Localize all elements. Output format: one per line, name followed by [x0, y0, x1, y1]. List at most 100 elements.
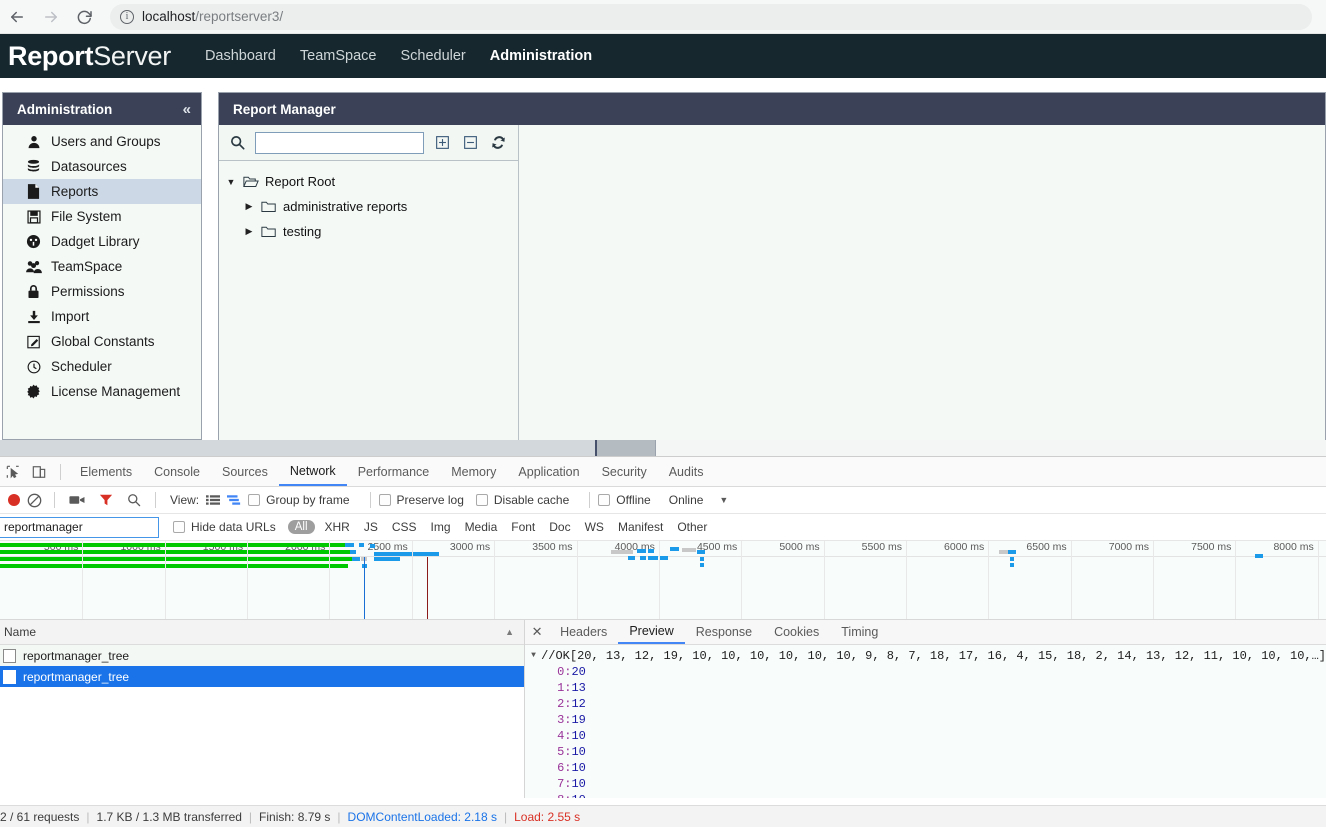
detail-tab-headers[interactable]: Headers [549, 620, 618, 644]
nav-item-teamspace[interactable]: TeamSpace [300, 48, 377, 64]
filter-icon[interactable] [99, 493, 113, 507]
sidebar-item-teamspace[interactable]: TeamSpace [3, 254, 201, 279]
toggle-device-toolbar-icon[interactable] [26, 459, 52, 485]
sidebar-item-scheduler[interactable]: Scheduler [3, 354, 201, 379]
waterfall-view-icon[interactable] [227, 494, 241, 506]
chevron-right-icon[interactable]: ▶ [243, 201, 255, 212]
detail-tab-timing[interactable]: Timing [830, 620, 889, 644]
tab-elements[interactable]: Elements [69, 457, 143, 486]
sidebar-item-datasources[interactable]: Datasources [3, 154, 201, 179]
sort-ascending-icon[interactable]: ▲ [505, 627, 514, 637]
capture-screenshots-icon[interactable] [69, 494, 85, 506]
type-filter-js[interactable]: JS [357, 520, 385, 534]
checkbox-box[interactable] [475, 494, 488, 506]
type-filter-xhr[interactable]: XHR [318, 520, 357, 534]
type-filter-doc[interactable]: Doc [542, 520, 577, 534]
overview-gridline [576, 541, 578, 619]
address-bar[interactable]: i localhost/reportserver3/ [110, 3, 1312, 30]
sidebar-item-import[interactable]: Import [3, 304, 201, 329]
tree-node-administrative-reports[interactable]: ▶ administrative reports [225, 194, 518, 219]
inspect-element-icon[interactable] [0, 459, 26, 485]
reload-button[interactable] [68, 0, 102, 34]
table-row[interactable]: reportmanager_tree [0, 666, 525, 687]
type-filter-other[interactable]: Other [670, 520, 714, 534]
detail-tab-preview[interactable]: Preview [618, 620, 685, 644]
sidebar-item-users-and-groups[interactable]: Users and Groups [3, 129, 201, 154]
site-info-icon[interactable]: i [120, 9, 134, 24]
type-filter-ws[interactable]: WS [578, 520, 611, 534]
detail-tab-cookies[interactable]: Cookies [763, 620, 830, 644]
list-view-icon[interactable] [206, 494, 221, 506]
sidebar-item-reports[interactable]: Reports [3, 179, 201, 204]
checkbox-box[interactable] [248, 494, 261, 506]
column-header-name[interactable]: Name [2, 625, 36, 639]
close-icon[interactable]: ✕ [525, 624, 549, 640]
tab-performance[interactable]: Performance [347, 457, 441, 486]
tree-node-report-root[interactable]: ▼ Report Root [225, 169, 518, 194]
chevron-right-icon[interactable]: ▶ [243, 226, 255, 237]
type-filter-css[interactable]: CSS [385, 520, 424, 534]
network-content-split: Name ▲ reportmanager_tree reportmanager_… [0, 620, 1326, 798]
overview-gridline [658, 541, 660, 619]
tab-console[interactable]: Console [143, 457, 211, 486]
tab-network[interactable]: Network [278, 457, 347, 486]
preview-root-line[interactable]: ▼//OK [20, 13, 12, 19, 10, 10, 10, 10, 10… [531, 648, 1326, 664]
chevron-down-icon[interactable]: ▼ [719, 495, 728, 505]
type-filter-img[interactable]: Img [424, 520, 458, 534]
tab-security[interactable]: Security [591, 457, 658, 486]
collapse-all-icon[interactable] [460, 133, 480, 153]
type-filter-manifest[interactable]: Manifest [611, 520, 670, 534]
scrollbar-thumb[interactable] [0, 440, 597, 456]
tab-sources[interactable]: Sources [211, 457, 279, 486]
disable-cache-checkbox[interactable]: Disable cache [475, 493, 569, 507]
tree-node-testing[interactable]: ▶ testing [225, 219, 518, 244]
network-overview-timeline[interactable]: 500 ms 1000 ms 1500 ms 2000 ms 2500 ms 3000 m… [0, 541, 1326, 620]
double-chevron-left-icon[interactable]: « [183, 102, 191, 117]
table-row[interactable]: reportmanager_tree [0, 645, 525, 666]
record-button-icon[interactable] [8, 494, 20, 506]
tab-audits[interactable]: Audits [658, 457, 715, 486]
back-button[interactable] [0, 0, 34, 34]
administration-sidebar: Administration « Users and Groups Dataso… [2, 92, 202, 440]
sidebar-item-dadget-library[interactable]: Dadget Library [3, 229, 201, 254]
forward-button[interactable] [34, 0, 68, 34]
sidebar-item-permissions[interactable]: Permissions [3, 279, 201, 304]
app-logo[interactable]: ReportServer [0, 41, 171, 72]
detail-tab-response[interactable]: Response [685, 620, 763, 644]
chevron-down-icon[interactable]: ▼ [225, 177, 237, 187]
hide-data-urls-checkbox[interactable]: Hide data URLs [173, 520, 276, 534]
report-search-input[interactable] [255, 131, 424, 154]
preserve-log-checkbox[interactable]: Preserve log [378, 493, 464, 507]
sidebar-item-label: Scheduler [51, 359, 112, 374]
checkbox-box[interactable] [598, 494, 611, 506]
search-icon[interactable] [127, 493, 141, 507]
triangle-down-icon[interactable]: ▼ [531, 648, 541, 664]
type-filter-font[interactable]: Font [504, 520, 542, 534]
sidebar-item-license-management[interactable]: License Management [3, 379, 201, 404]
expand-all-icon[interactable] [432, 133, 452, 153]
checkbox-box[interactable] [378, 494, 391, 506]
nav-item-scheduler[interactable]: Scheduler [400, 48, 465, 64]
type-filter-media[interactable]: Media [458, 520, 505, 534]
overview-gridline [329, 541, 331, 619]
report-manager-body: ▼ Report Root ▶ administrative reports ▶… [219, 125, 1325, 441]
group-by-frame-checkbox[interactable]: Group by frame [248, 493, 350, 507]
tab-memory[interactable]: Memory [440, 457, 507, 486]
nav-item-dashboard[interactable]: Dashboard [205, 48, 276, 64]
offline-checkbox[interactable]: Offline [598, 493, 651, 507]
clear-icon[interactable] [27, 493, 42, 508]
nav-item-administration[interactable]: Administration [490, 48, 592, 64]
sidebar-item-file-system[interactable]: File System [3, 204, 201, 229]
refresh-icon[interactable] [488, 133, 508, 153]
scrollbar-track[interactable] [655, 440, 1326, 456]
checkbox-box[interactable] [173, 521, 185, 533]
throttling-select[interactable]: Online [669, 493, 704, 507]
tab-application[interactable]: Application [507, 457, 590, 486]
page-horizontal-scrollbar[interactable] [0, 440, 1326, 456]
preview-entry-value: 10 [571, 745, 586, 759]
toolbar-divider [155, 492, 156, 508]
sidebar-item-global-constants[interactable]: Global Constants [3, 329, 201, 354]
request-table-header[interactable]: Name ▲ [0, 620, 525, 645]
request-filter-input[interactable] [0, 516, 159, 538]
type-filter-all[interactable]: All [287, 520, 315, 534]
